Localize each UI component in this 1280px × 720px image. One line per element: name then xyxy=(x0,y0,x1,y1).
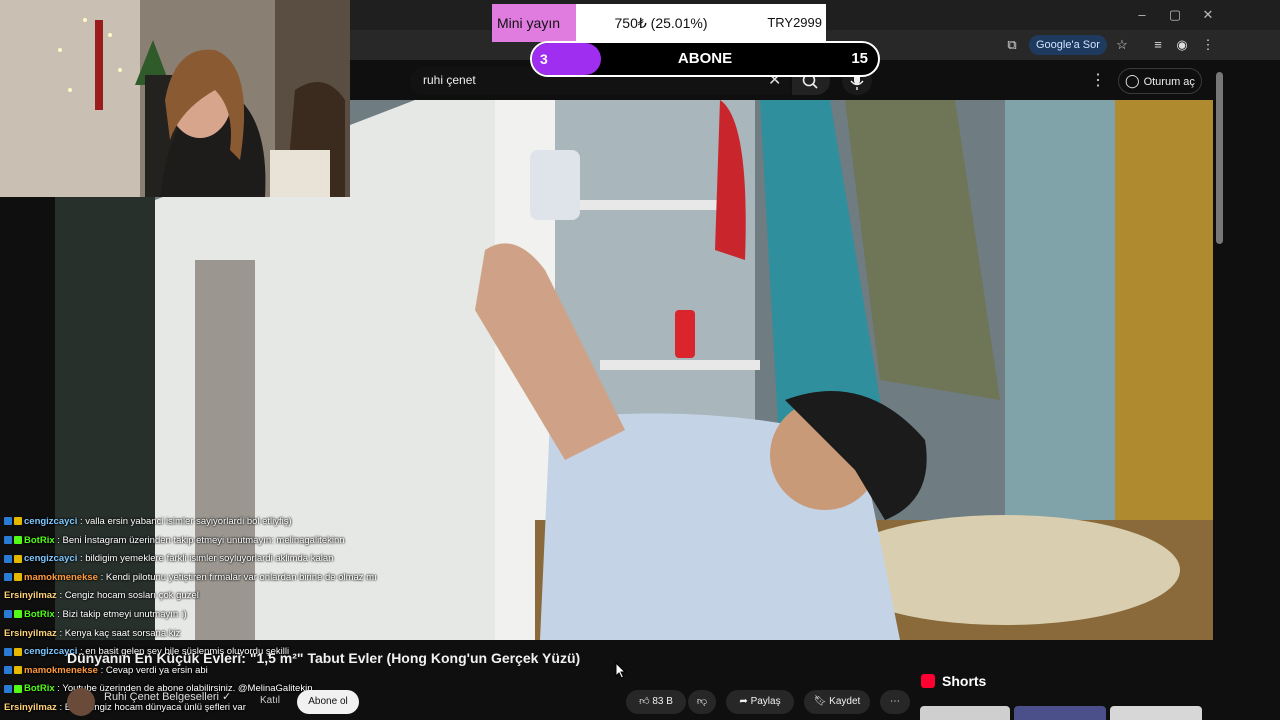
like-button[interactable]: 👍︎ 83 B xyxy=(626,690,686,714)
chat-message: mamokmenekse : Kendi pilotunu yetiştiren… xyxy=(0,569,440,588)
chat-message: BotRix : Beni İnstagram üzerinden takip … xyxy=(0,532,440,551)
account-icon: ◯ xyxy=(1125,73,1140,88)
short-thumbnail[interactable] xyxy=(1110,706,1202,720)
chat-message: BotRix : Bizi takip etmeyi unutmayın :) xyxy=(0,606,440,625)
chat-badge-icon xyxy=(4,647,12,656)
maximize-icon[interactable]: ▢ xyxy=(1165,6,1185,24)
chat-badge-icon xyxy=(14,610,22,619)
chat-username[interactable]: Ersinyilmaz xyxy=(4,628,57,639)
chat-badge-icon xyxy=(14,536,22,545)
chat-badge-icon xyxy=(4,554,12,563)
shorts-heading: Shorts xyxy=(942,673,987,689)
channel-name[interactable]: Ruhi Çenet Belgeselleri ✓ xyxy=(104,690,231,703)
share-label: Paylaş xyxy=(750,696,781,707)
subscriber-goal-target: 15 xyxy=(851,50,868,67)
chat-badge-icon xyxy=(14,573,22,582)
subscriber-goal-label: ABONE xyxy=(677,50,733,67)
scrollbar-thumb[interactable] xyxy=(1216,72,1223,244)
chat-overlay: cengizcayci : valla ersin yabanci isimle… xyxy=(0,513,440,718)
goal-title: Mini yayın xyxy=(492,4,576,42)
chat-text: : Kendi pilotunu yetiştiren firmalar var… xyxy=(97,571,377,583)
bookmark-star-icon[interactable]: ☆ xyxy=(1112,36,1132,54)
share-icon: ➦ xyxy=(739,696,748,707)
chat-username[interactable]: BotRix xyxy=(24,683,55,694)
chat-badge-icon xyxy=(4,684,12,693)
goal-target: TRY2999 xyxy=(767,15,822,30)
shorts-icon xyxy=(921,674,935,688)
bookmark-icon: 🔖︎ xyxy=(813,696,827,707)
settings-menu-icon[interactable]: ⋮ xyxy=(1090,70,1106,90)
minimize-icon[interactable]: – xyxy=(1132,6,1152,24)
chat-username[interactable]: mamokmenekse xyxy=(24,572,98,583)
chat-badge-icon xyxy=(14,554,22,563)
chat-badge-icon xyxy=(4,536,12,545)
sign-in-button[interactable]: ◯ Oturum aç xyxy=(1118,68,1202,94)
search-input-value: ruhi çenet xyxy=(423,73,476,87)
chat-username[interactable]: cengizcayci xyxy=(24,516,77,527)
chat-username[interactable]: Ersinyilmaz xyxy=(4,702,57,713)
goal-amount: 750₺ (25.01%) xyxy=(614,15,708,31)
channel-name-text: Ruhi Çenet Belgeselleri xyxy=(104,691,219,703)
chat-text: : Cengiz hocam sosları çok guzel xyxy=(56,590,199,602)
chat-text: : Kenya kaç saat sorsana kiz xyxy=(56,627,181,639)
chat-username[interactable]: cengizcayci xyxy=(24,553,77,564)
chat-badge-icon xyxy=(14,684,22,693)
chat-username[interactable]: BotRix xyxy=(24,609,55,620)
google-sor-label: Google'a Sor xyxy=(1036,39,1100,51)
profile-icon[interactable]: ◉ xyxy=(1172,36,1192,54)
save-button[interactable]: 🔖︎ Kaydet xyxy=(804,690,870,714)
chat-username[interactable]: mamokmenekse xyxy=(24,665,98,676)
chat-badge-icon xyxy=(4,573,12,582)
chat-text: : bildigim yemeklere farkli isimler soyl… xyxy=(77,553,334,565)
chat-badge-icon xyxy=(4,666,12,675)
chat-text: : Bizi takip etmeyi unutmayın :) xyxy=(54,608,187,620)
chat-message: cengizcayci : valla ersin yabanci isimle… xyxy=(0,513,440,532)
close-window-icon[interactable]: ✕ xyxy=(1198,6,1218,24)
chat-username[interactable]: BotRix xyxy=(24,535,55,546)
chat-text: : Cevap verdi ya ersin abi xyxy=(97,664,208,676)
channel-avatar[interactable] xyxy=(67,688,95,716)
sign-in-label: Oturum aç xyxy=(1143,76,1195,88)
verified-icon: ✓ xyxy=(222,691,232,703)
save-label: Kaydet xyxy=(829,696,861,707)
chat-badge-icon xyxy=(4,517,12,526)
chat-message: Ersinyilmaz : Cengiz hocam sosları çok g… xyxy=(0,587,440,606)
dislike-button[interactable]: 👎︎ xyxy=(688,690,716,714)
chat-message: cengizcayci : bildigim yemeklere farkli … xyxy=(0,550,440,569)
thumbs-down-icon: 👎︎ xyxy=(696,696,708,707)
chat-text: : valla ersin yabanci isimler sayiyorlar… xyxy=(77,516,292,527)
more-icon: ⋯ xyxy=(890,696,900,707)
share-button[interactable]: ➦ Paylaş xyxy=(726,690,794,714)
short-thumbnail[interactable] xyxy=(1014,706,1106,720)
subscriber-goal-bar: 3 ABONE 15 xyxy=(530,41,880,77)
video-title: Dünyanın En Küçük Evleri: "1,5 m²" Tabut… xyxy=(67,650,581,666)
chat-text: : Beni İnstagram üzerinden takip etmeyi … xyxy=(54,534,345,546)
thumbs-up-icon: 👍︎ xyxy=(639,696,650,707)
join-button[interactable]: Katıl xyxy=(260,695,280,706)
subscribe-button[interactable]: Abone ol xyxy=(297,690,359,714)
chat-badge-icon xyxy=(14,647,22,656)
chat-username[interactable]: Ersinyilmaz xyxy=(4,590,57,601)
webcam-image xyxy=(0,0,350,197)
streamer-webcam xyxy=(0,0,350,197)
mouse-cursor-icon xyxy=(615,662,627,679)
more-actions-button[interactable]: ⋯ xyxy=(880,690,910,714)
browser-menu-icon[interactable]: ⋮ xyxy=(1198,36,1218,54)
chat-badge-icon xyxy=(4,610,12,619)
google-sor-button[interactable]: Google'a Sor xyxy=(1029,35,1107,55)
chat-badge-icon xyxy=(14,517,22,526)
cast-icon[interactable]: ⧉ xyxy=(1002,36,1022,54)
chat-badge-icon xyxy=(14,666,22,675)
chat-message: Ersinyilmaz : Kenya kaç saat sorsana kiz xyxy=(0,625,440,644)
reading-list-icon[interactable]: ≡ xyxy=(1148,36,1168,54)
like-count: 83 B xyxy=(652,696,673,707)
short-thumbnail[interactable] xyxy=(920,706,1010,720)
